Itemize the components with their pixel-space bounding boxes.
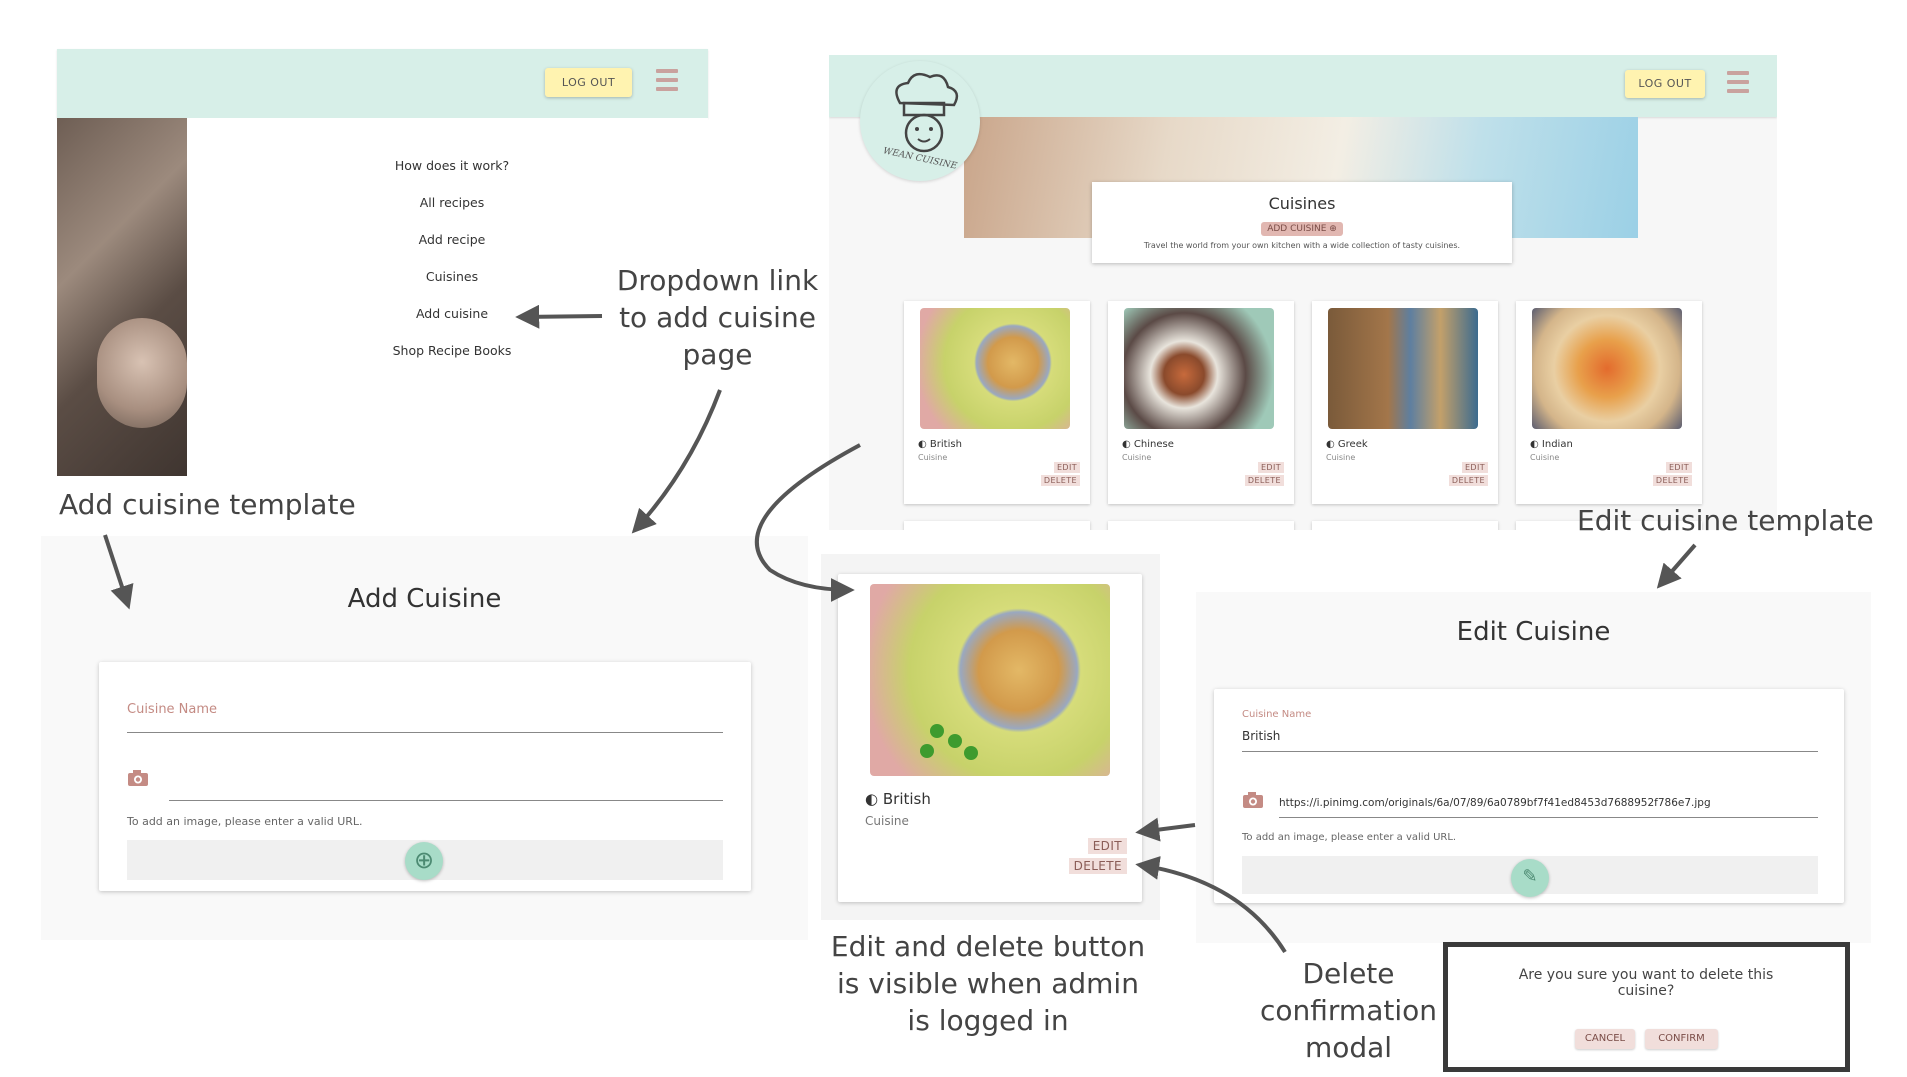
arrow-to-add-cuisine-link — [515, 304, 603, 329]
arrow-to-edit-button — [1135, 817, 1196, 842]
arrow-to-edit-template — [1656, 543, 1697, 589]
arrow-to-delete-button — [1135, 855, 1287, 954]
annotation-arrows — [103, 304, 1697, 954]
arrow-to-card-zoom — [754, 443, 861, 602]
arrow-to-add-template — [103, 534, 134, 610]
arrow-to-add-form — [631, 389, 722, 534]
